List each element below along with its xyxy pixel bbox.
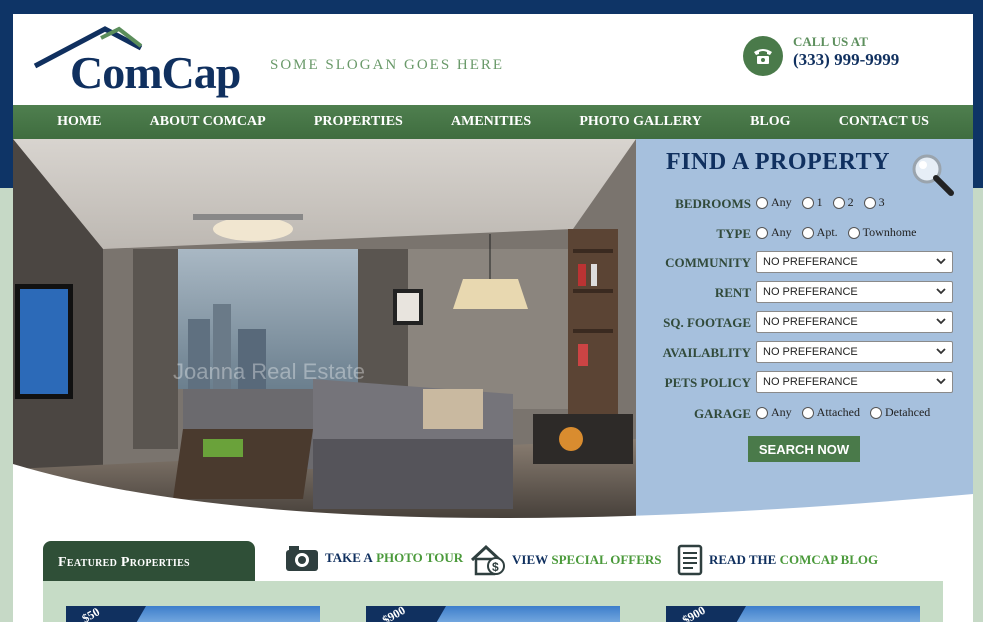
radio-icon [801,196,814,209]
chevron-down-icon [936,348,946,355]
bedrooms-1-radio[interactable]: 1 [801,195,823,210]
call-block[interactable]: CALL US AT (333) 999-9999 [743,34,943,78]
bedrooms-any-radio[interactable]: Any [756,195,792,210]
type-any-radio[interactable]: Any [756,225,792,240]
rent-row: RENT NO PREFERANCE [636,281,973,305]
nav-item-amenities[interactable]: AMENITIES [451,114,531,130]
special-offers-highlight: SPECIAL OFFERS [551,552,662,567]
chevron-down-icon [936,258,946,265]
sqfootage-label: SQ. FOOTAGE [663,315,751,330]
community-select[interactable]: NO PREFERANCE [756,251,953,273]
photo-tour-link[interactable]: TAKE A PHOTO TOUR [285,544,463,572]
sqfootage-row: SQ. FOOTAGE NO PREFERANCE [636,311,973,335]
nav-item-photo-gallery[interactable]: PHOTO GALLERY [579,114,702,130]
watermark-text: Joanna Real Estate [173,359,365,384]
sqfootage-select[interactable]: NO PREFERANCE [756,311,953,333]
availability-row: AVAILABLITY NO PREFERANCE [636,341,973,365]
camera-icon [286,546,318,571]
select-value: NO PREFERANCE [763,316,858,328]
hero-bottom-wave [13,464,973,544]
radio-label: Apt. [816,225,838,239]
community-row: COMMUNITY NO PREFERANCE [636,251,973,275]
community-label: COMMUNITY [665,255,751,270]
radio-icon [756,196,768,209]
radio-icon [801,406,814,419]
radio-label: Attached [816,405,860,419]
select-value: NO PREFERANCE [763,256,858,268]
availability-select[interactable]: NO PREFERANCE [756,341,953,363]
type-label: TYPE [716,226,751,241]
magnifier-icon [912,154,954,196]
bedrooms-label: BEDROOMS [675,196,751,211]
type-row: TYPE Any Apt. Townhome [636,222,973,246]
radio-label: Any [771,405,792,419]
radio-label: 3 [878,195,885,209]
garage-any-radio[interactable]: Any [756,405,792,420]
radio-icon [756,226,768,239]
availability-label: AVAILABLITY [662,345,751,360]
nav-item-properties[interactable]: PROPERTIES [314,114,403,130]
radio-label: Any [771,225,792,239]
logo-text: ComCap [70,47,241,98]
bedrooms-2-radio[interactable]: 2 [832,195,854,210]
garage-row: GARAGE Any Attached Detahced [636,402,973,426]
radio-icon [869,406,882,419]
price-ribbon [66,606,146,622]
comcap-blog-highlight: COMCAP BLOG [779,552,879,567]
call-number[interactable]: (333) 999-9999 [793,50,899,70]
select-value: NO PREFERANCE [763,286,858,298]
property-card[interactable]: $900 [666,606,920,622]
find-property-title: FIND A PROPERTY [666,149,891,175]
document-icon [677,544,703,576]
nav-item-home[interactable]: HOME [57,114,101,130]
radio-icon [756,406,768,419]
logo[interactable]: ComCap [33,24,273,104]
garage-detached-radio[interactable]: Detahced [869,405,931,420]
house-dollar-icon: $ [470,544,505,576]
nav-item-blog[interactable]: BLOG [750,114,790,130]
slogan: SOME SLOGAN GOES HERE [270,57,505,73]
rent-select[interactable]: NO PREFERANCE [756,281,953,303]
special-offers-link[interactable]: $ VIEW SPECIAL OFFERS [470,544,662,576]
radio-label: Detahced [884,405,931,419]
featured-properties-tab[interactable]: Featured Properties [43,541,255,581]
radio-icon [863,196,876,209]
chevron-down-icon [936,378,946,385]
pets-select[interactable]: NO PREFERANCE [756,371,953,393]
radio-label: 1 [816,195,823,209]
select-value: NO PREFERANCE [763,346,858,358]
phone-icon [743,36,783,76]
property-card[interactable]: $900 [366,606,620,622]
select-value: NO PREFERANCE [763,376,858,388]
page-container: ComCap SOME SLOGAN GOES HERE CALL US AT … [13,14,973,622]
radio-icon [832,196,845,209]
pets-label: PETS POLICY [664,375,751,390]
nav-item-about[interactable]: ABOUT COMCAP [150,114,266,130]
property-card[interactable]: $50 [66,606,320,622]
radio-label: 2 [847,195,854,209]
garage-label: GARAGE [693,406,751,421]
photo-tour-highlight: PHOTO TOUR [376,550,464,565]
bedrooms-row: BEDROOMS Any 1 2 3 [636,192,973,216]
bedrooms-3-radio[interactable]: 3 [863,195,885,210]
type-apt-radio[interactable]: Apt. [801,225,838,240]
main-nav: HOME ABOUT COMCAP PROPERTIES AMENITIES P… [13,105,973,139]
radio-label: Townhome [862,225,917,239]
rent-label: RENT [714,285,751,300]
chevron-down-icon [936,318,946,325]
radio-icon [847,226,860,239]
special-offers-prefix: VIEW [512,552,549,567]
nav-item-contact[interactable]: CONTACT US [839,114,929,130]
comcap-blog-prefix: READ THE [709,552,777,567]
svg-text:$: $ [492,560,499,574]
photo-tour-prefix: TAKE A [325,550,373,565]
radio-icon [801,226,814,239]
radio-label: Any [771,195,792,209]
pets-row: PETS POLICY NO PREFERANCE [636,371,973,395]
call-label: CALL US AT [793,34,868,49]
type-townhome-radio[interactable]: Townhome [847,225,917,240]
garage-attached-radio[interactable]: Attached [801,405,860,420]
chevron-down-icon [936,288,946,295]
comcap-blog-link[interactable]: READ THE COMCAP BLOG [677,544,878,576]
